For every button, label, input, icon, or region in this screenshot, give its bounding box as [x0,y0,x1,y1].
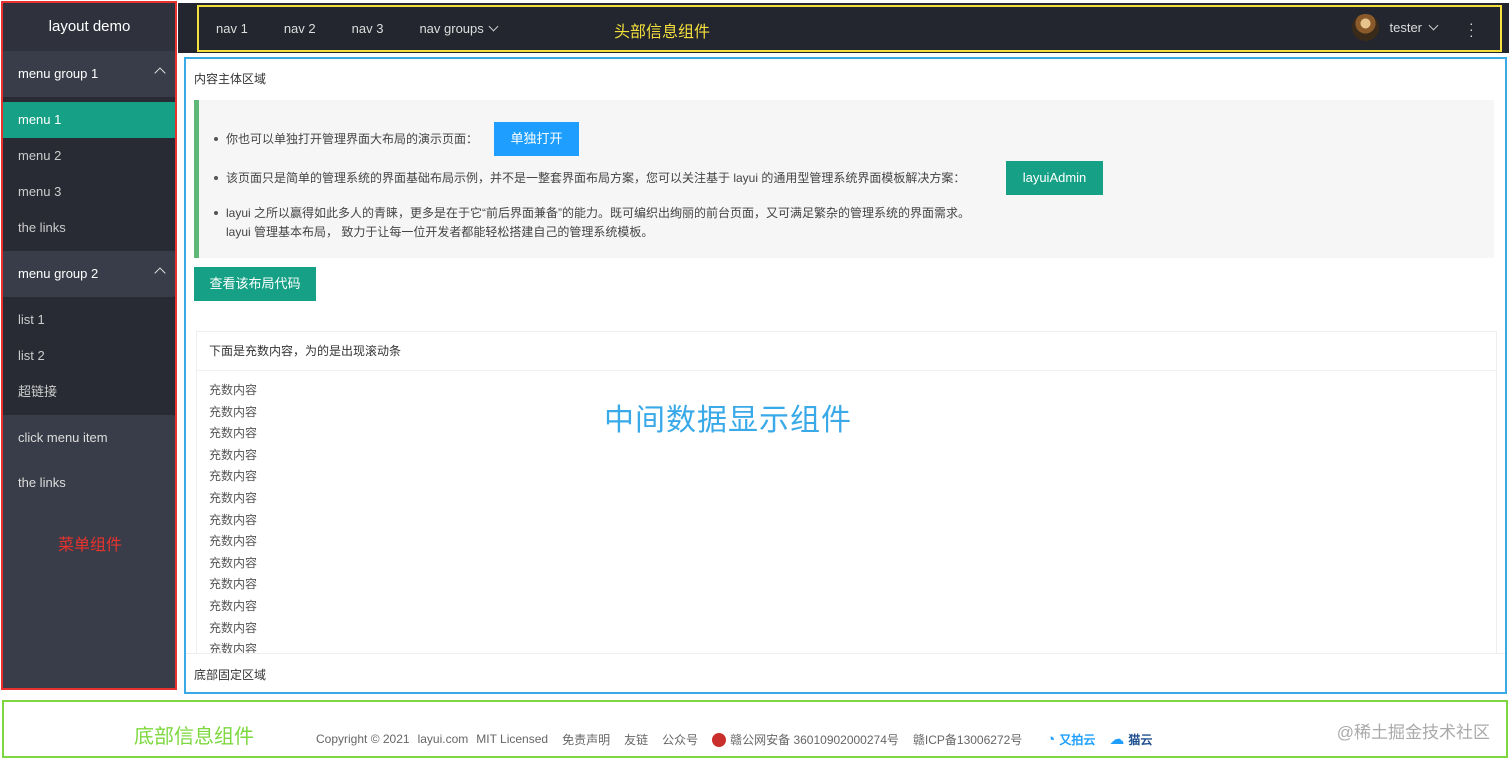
avatar [1352,14,1380,41]
menu-group-2-label: menu group 2 [18,266,99,281]
tip-3: layui 之所以赢得如此多人的青睐，更多是在于它“前后界面兼备”的能力。既可编… [226,206,971,220]
license-link[interactable]: MIT Licensed [476,732,548,746]
menu-group-2[interactable]: menu group 2 [3,251,176,297]
content-title: 内容主体区域 [194,72,267,86]
sidebar-item-hyperlink[interactable]: 超链接 [3,374,176,410]
list-item: 充数内容 [209,447,258,462]
chevron-up-icon [154,67,166,79]
list-item: 充数内容 [209,383,258,397]
list-item: 充数内容 [209,469,258,484]
footer-links: Copyright © 2021 layui.com MIT Licensed … [316,730,1152,749]
sidebar: layout demo menu group 1 menu 1 menu 2 m… [3,3,176,688]
bullet-icon [214,137,218,141]
filler-list: 充数内容 充数内容 充数内容 充数内容 充数内容 充数内容 充数内容 充数内容 … [209,380,257,661]
disclaimer-link[interactable]: 免责声明 [562,731,610,748]
bullet-icon [214,176,218,180]
filler-card: 下面是充数内容，为的是出现滚动条 充数内容 充数内容 充数内容 充数内容 充数内… [196,331,1497,661]
wechat-link[interactable]: 公众号 [662,731,698,748]
chevron-up-icon [154,267,166,279]
menu-group-1-label: menu group 1 [18,66,99,81]
police-record-text: 赣公网安备 36010902000274号 [730,732,899,747]
list-item: 充数内容 [209,577,258,592]
tip-1: 你也可以单独打开管理界面大布局的演示页面： [226,132,479,146]
list-item: 充数内容 [209,426,258,441]
nav-item-2[interactable]: nav 2 [284,21,316,36]
sponsor-upyun[interactable]: ◔ 又拍云 [1046,731,1095,748]
list-item: 充数内容 [209,490,258,505]
nav-groups[interactable]: nav groups [419,20,499,36]
header: nav 1 nav 2 nav 3 nav groups 头部信息组件 test… [178,3,1509,53]
sidebar-item-menu-2[interactable]: menu 2 [3,138,176,174]
icp-record[interactable]: 赣ICP备13006272号 [913,731,1022,748]
sidebar-item-the-links-2[interactable]: the links [3,460,176,505]
bullet-icon [214,211,218,215]
sidebar-item-menu-1[interactable]: menu 1 [3,102,176,138]
chevron-down-icon [1428,20,1439,31]
menu-group-2-list: list 1 list 2 超链接 [3,297,176,415]
tip-4: layui 管理基本布局， 致力于让每一位开发者都能轻松搭建自己的管理系统模板。 [226,225,654,239]
list-item: 充数内容 [209,534,258,549]
police-record[interactable]: 赣公网安备 36010902000274号 [712,731,899,748]
content-fixed-footer: 底部固定区域 [186,653,1505,692]
user-menu[interactable]: tester [1352,14,1439,41]
sponsor-maoyun[interactable]: ☁ 猫云 [1109,730,1152,748]
username: tester [1389,20,1422,35]
footer-annotation: 底部信息组件 [134,726,254,748]
friend-links[interactable]: 友链 [624,731,648,748]
menu-annotation: 菜单组件 [58,537,123,554]
tips-blockquote: 你也可以单独打开管理界面大布局的演示页面： 单独打开 该页面只是简单的管理系统的… [194,100,1494,258]
sidebar-item-menu-3[interactable]: menu 3 [3,174,176,210]
menu-group-1-list: menu 1 menu 2 menu 3 the links [3,97,176,251]
sidebar-item-the-links[interactable]: the links [3,210,176,246]
content-annotation: 中间数据显示组件 [604,404,852,437]
more-vertical-icon[interactable]: · · · [1469,16,1474,42]
list-item: 充数内容 [209,555,258,570]
nav-groups-label: nav groups [419,20,484,36]
watermark: @稀土掘金技术社区 [1336,723,1490,742]
content-body: 内容主体区域 你也可以单独打开管理界面大布局的演示页面： 单独打开 该页面只是简… [186,59,1505,692]
menu-group-1[interactable]: menu group 1 [3,51,176,97]
copyright: Copyright © 2021 [316,732,410,746]
tip-2: 该页面只是简单的管理系统的界面基础布局示例，并不是一整套界面布局方案，您可以关注… [226,171,966,185]
police-badge-icon [712,733,727,748]
site-link[interactable]: layui.com [418,732,469,746]
sidebar-item-list-1[interactable]: list 1 [3,302,176,338]
top-nav: nav 1 nav 2 nav 3 nav groups [216,3,499,53]
upyun-logo-icon: ◔ [1046,730,1056,748]
header-annotation: 头部信息组件 [614,24,711,41]
nav-item-3[interactable]: nav 3 [352,21,384,36]
list-item: 充数内容 [209,620,258,635]
chevron-down-icon [488,21,499,31]
cloud-logo-icon: ☁ [1109,731,1125,748]
open-standalone-button[interactable]: 单独打开 [494,122,579,156]
list-item: 充数内容 [209,512,258,527]
sidebar-item-click-menu[interactable]: click menu item [3,415,176,460]
list-item: 充数内容 [209,404,258,419]
list-item: 充数内容 [209,598,258,613]
layuiadmin-button[interactable]: layuiAdmin [1006,161,1103,195]
sponsor-maoyun-text: 猫云 [1128,732,1153,747]
card-title: 下面是充数内容，为的是出现滚动条 [197,332,1496,371]
app-logo[interactable]: layout demo [3,3,176,51]
page-footer: 底部信息组件 Copyright © 2021 layui.com MIT Li… [4,702,1506,756]
view-layout-code-button[interactable]: 查看该布局代码 [194,267,316,301]
sidebar-item-list-2[interactable]: list 2 [3,338,176,374]
sponsor-upyun-text: 又拍云 [1059,732,1096,747]
nav-item-1[interactable]: nav 1 [216,21,248,36]
content-footer-text: 底部固定区域 [194,668,267,682]
